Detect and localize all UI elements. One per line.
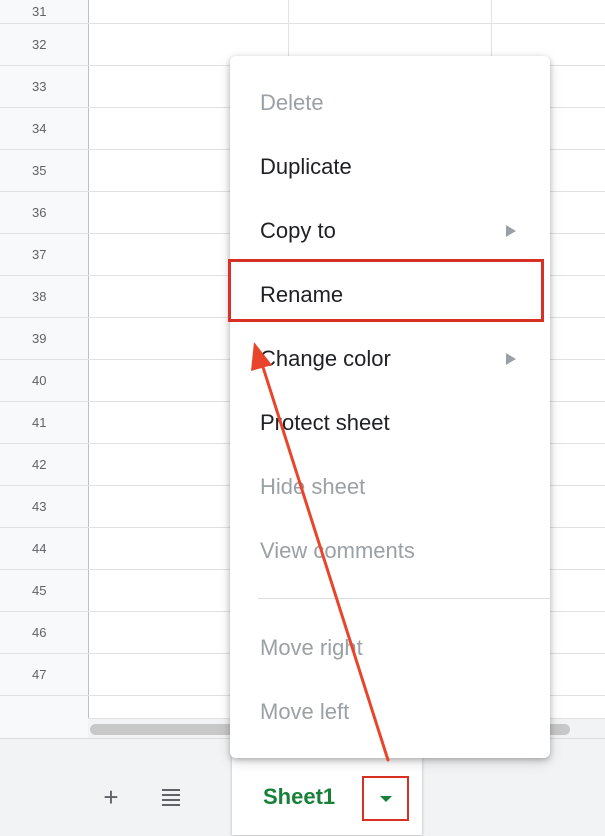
sheet-tab-name[interactable]: Sheet1 (263, 784, 335, 810)
triangle-down-icon (379, 795, 392, 802)
menu-item-label: Duplicate (260, 154, 352, 179)
menu-item-label: Rename (260, 282, 344, 307)
row-header[interactable]: 32 (0, 24, 88, 66)
row-header[interactable]: 43 (0, 486, 88, 528)
menu-item-label: Move right (260, 635, 363, 660)
row-header[interactable]: 39 (0, 318, 88, 360)
menu-item-label: Hide sheet (260, 474, 366, 499)
menu-item-label: Change color (260, 346, 391, 371)
menu-divider (258, 598, 550, 599)
menu-item-label: View comments (260, 538, 415, 563)
row-header[interactable]: 34 (0, 108, 88, 150)
row-header[interactable]: 31 (0, 0, 88, 24)
menu-item-move-left[interactable]: Move left (230, 680, 550, 744)
menu-item-move-right[interactable]: Move right (230, 616, 550, 680)
sheet-context-menu: Delete Duplicate Copy to Rename Change c… (230, 56, 550, 758)
row-header[interactable]: 46 (0, 612, 88, 654)
row-header[interactable]: 42 (0, 444, 88, 486)
menu-item-duplicate[interactable]: Duplicate (230, 135, 550, 199)
sheet-dropdown-button[interactable] (362, 776, 409, 821)
row-header[interactable]: 37 (0, 234, 88, 276)
row-header[interactable]: 47 (0, 654, 88, 696)
row-header[interactable]: 36 (0, 192, 88, 234)
row-header[interactable]: 35 (0, 150, 88, 192)
row-divider (88, 23, 605, 24)
plus-icon[interactable]: + (100, 784, 122, 810)
menu-item-delete[interactable]: Delete (230, 71, 550, 135)
menu-item-copy-to[interactable]: Copy to (230, 199, 550, 263)
menu-item-rename[interactable]: Rename (230, 263, 550, 327)
menu-item-hide-sheet[interactable]: Hide sheet (230, 455, 550, 519)
row-header[interactable]: 44 (0, 528, 88, 570)
row-headers: 31 32 33 34 35 36 37 38 39 40 41 42 43 4… (0, 0, 89, 738)
menu-item-view-comments[interactable]: View comments (230, 519, 550, 583)
menu-item-label: Move left (260, 699, 350, 724)
row-header[interactable]: 40 (0, 360, 88, 402)
row-header[interactable]: 38 (0, 276, 88, 318)
list-icon[interactable] (162, 788, 182, 806)
submenu-arrow-icon (506, 353, 516, 365)
row-header[interactable]: 33 (0, 66, 88, 108)
menu-item-label: Delete (260, 90, 324, 115)
menu-item-label: Copy to (260, 218, 336, 243)
row-header[interactable]: 41 (0, 402, 88, 444)
row-header[interactable]: 45 (0, 570, 88, 612)
menu-item-protect-sheet[interactable]: Protect sheet (230, 391, 550, 455)
menu-item-change-color[interactable]: Change color (230, 327, 550, 391)
menu-item-label: Protect sheet (260, 410, 390, 435)
submenu-arrow-icon (506, 225, 516, 237)
